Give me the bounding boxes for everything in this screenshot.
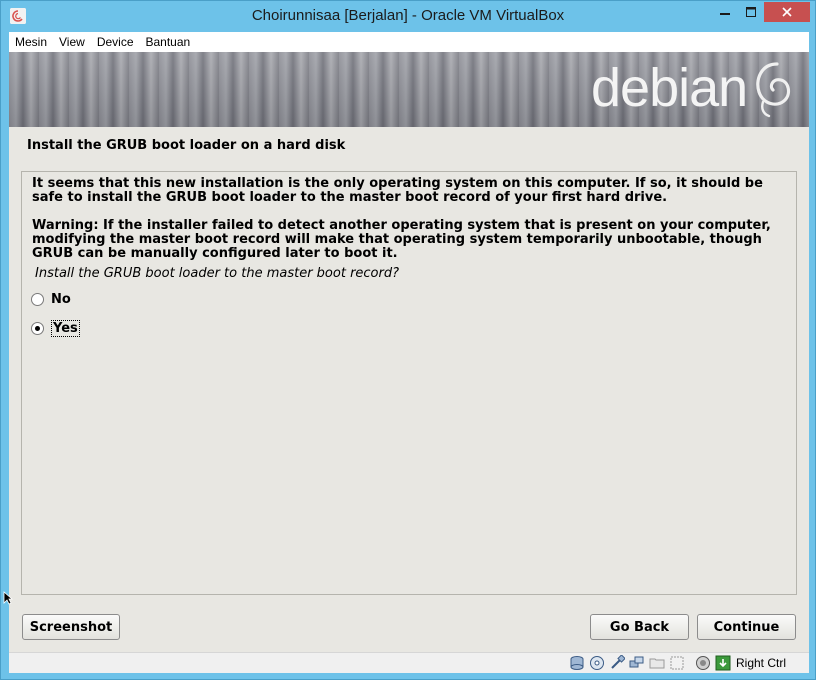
usb-icon[interactable] <box>609 655 625 671</box>
video-capture-icon[interactable] <box>695 655 711 671</box>
window-title: Choirunnisaa [Berjalan] - Oracle VM Virt… <box>251 7 565 24</box>
continue-button[interactable]: Continue <box>697 614 796 640</box>
installer-content-box: It seems that this new installation is t… <box>21 171 797 595</box>
menu-mesin[interactable]: Mesin <box>9 35 53 49</box>
virtualbox-window: Choirunnisaa [Berjalan] - Oracle VM Virt… <box>0 0 816 680</box>
screenshot-button[interactable]: Screenshot <box>22 614 120 640</box>
option-yes-label: Yes <box>51 320 80 337</box>
debian-logo-text: debian <box>591 58 748 118</box>
debian-swirl-icon <box>756 62 791 118</box>
go-back-button[interactable]: Go Back <box>590 614 689 640</box>
vm-display[interactable]: debian Install the GRUB boot loader on a… <box>9 52 809 652</box>
mouse-integration-icon[interactable] <box>715 655 731 671</box>
grub-question: Install the GRUB boot loader to the mast… <box>35 266 400 281</box>
option-yes[interactable]: Yes <box>31 320 80 337</box>
page-title: Install the GRUB boot loader on a hard d… <box>27 138 346 153</box>
menu-device[interactable]: Device <box>91 35 140 49</box>
status-bar: Right Ctrl <box>9 652 809 673</box>
network-icon[interactable] <box>629 655 645 671</box>
close-icon <box>782 7 792 17</box>
host-key-label: Right Ctrl <box>736 656 787 670</box>
display-icon[interactable] <box>669 655 685 671</box>
menu-view[interactable]: View <box>53 35 91 49</box>
option-no-label: No <box>51 292 71 307</box>
option-no[interactable]: No <box>31 292 71 307</box>
menu-bar: Mesin View Device Bantuan <box>9 32 809 52</box>
maximize-icon <box>746 7 756 17</box>
maximize-button[interactable] <box>738 2 764 22</box>
shared-folder-icon[interactable] <box>649 655 665 671</box>
status-icons: Right Ctrl <box>569 655 786 671</box>
minimize-icon <box>719 13 730 15</box>
hard-disk-icon[interactable] <box>569 655 585 671</box>
close-button[interactable] <box>764 2 810 22</box>
warning-paragraph: Warning: If the installer failed to dete… <box>32 218 771 261</box>
mouse-pointer-icon <box>3 591 13 605</box>
menu-bantuan[interactable]: Bantuan <box>140 35 197 49</box>
radio-no[interactable] <box>31 293 44 306</box>
info-paragraph: It seems that this new installation is t… <box>32 176 763 205</box>
radio-yes[interactable] <box>31 322 44 335</box>
debian-banner: debian <box>9 52 809 127</box>
optical-drive-icon[interactable] <box>589 655 605 671</box>
title-bar[interactable]: Choirunnisaa [Berjalan] - Oracle VM Virt… <box>1 1 815 33</box>
minimize-button[interactable] <box>711 2 738 22</box>
